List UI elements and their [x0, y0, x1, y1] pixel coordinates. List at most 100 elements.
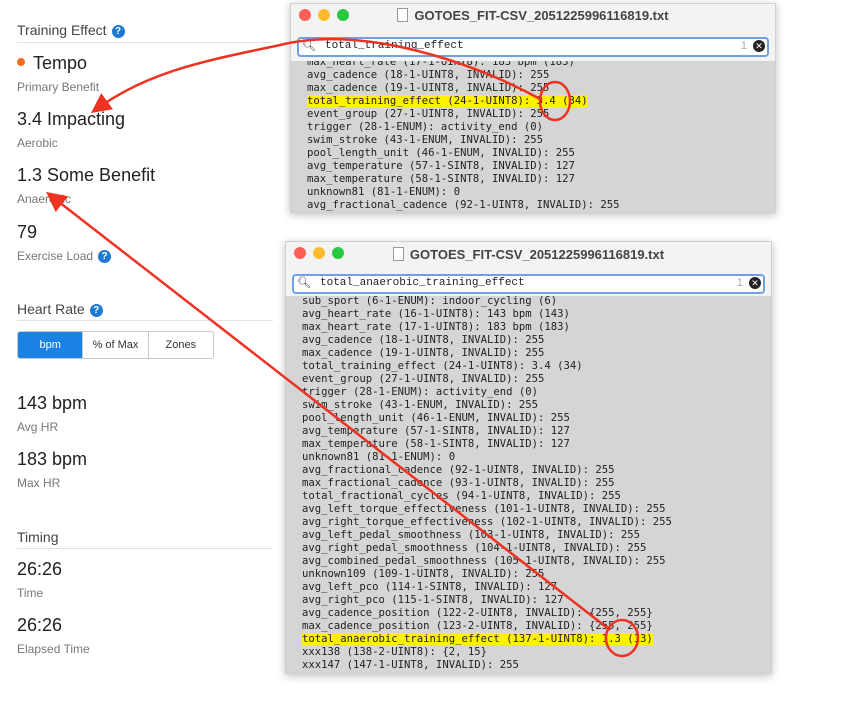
- line-text: xxx138 (138-2-UINT8): {2, 15}: [302, 646, 487, 658]
- heart-rate-heading: Heart Rate?: [17, 301, 103, 317]
- close-window-icon[interactable]: [299, 9, 311, 21]
- text-line: total_fractional_cycles (94-1-UINT8, INV…: [286, 490, 771, 503]
- line-text: max_cadence (19-1-UINT8, INVALID): 255: [302, 347, 545, 359]
- window-title: GOTOES_FIT-CSV_2051225996116819.txt: [409, 246, 665, 262]
- elapsed-time-label: Elapsed Time: [17, 642, 90, 656]
- line-text: avg_temperature (57-1-SINT8, INVALID): 1…: [307, 160, 575, 172]
- line-text: avg_right_pedal_smoothness (104-1-UINT8,…: [302, 542, 647, 554]
- anaerobic-label: Anaerobic: [17, 192, 72, 206]
- line-text: swim_stroke (43-1-ENUM, INVALID): 255: [307, 134, 543, 146]
- text-content[interactable]: sub_sport (6-1-ENUM): indoor_cycling (6)…: [286, 296, 771, 673]
- text-line: max_fractional_cadence (93-1-UINT8, INVA…: [286, 477, 771, 490]
- tab-bpm[interactable]: bpm: [18, 332, 83, 358]
- text-line: unknown81 (81-1-ENUM): 0: [291, 186, 775, 199]
- clear-search-icon[interactable]: ✕: [753, 40, 765, 52]
- text-line: avg_cadence (18-1-UINT8, INVALID): 255: [286, 334, 771, 347]
- text-line: avg_right_pco (115-1-SINT8, INVALID): 12…: [286, 594, 771, 607]
- document-icon: [392, 247, 404, 261]
- text-content[interactable]: max_heart_rate (17-1-UINT8): 183 bpm (18…: [291, 61, 775, 212]
- hr-unit-toggle: bpm % of Max Zones: [17, 331, 214, 359]
- text-line: avg_cadence (18-1-UINT8, INVALID): 255: [291, 69, 775, 82]
- text-line: max_cadence (19-1-UINT8, INVALID): 255: [291, 82, 775, 95]
- primary-benefit-label: Primary Benefit: [17, 80, 100, 94]
- avg-hr-label: Avg HR: [17, 420, 59, 434]
- max-hr-label: Max HR: [17, 476, 61, 490]
- aerobic-value: 3.4 Impacting: [17, 109, 126, 129]
- line-text: avg_cadence_position (122-2-UINT8, INVAL…: [302, 607, 653, 619]
- training-effect-title: Training Effect: [17, 22, 107, 38]
- training-effect-heading: Training Effect?: [17, 22, 125, 38]
- search-field[interactable]: 🔍︎ total_anaerobic_training_effect 1 ✕: [292, 274, 765, 294]
- time-label: Time: [17, 586, 44, 600]
- text-line: max_cadence (19-1-UINT8, INVALID): 255: [286, 347, 771, 360]
- text-line: avg_left_pedal_smoothness (103-1-UINT8, …: [286, 529, 771, 542]
- zoom-window-icon[interactable]: [332, 247, 344, 259]
- text-line: total_training_effect (24-1-UINT8): 3.4 …: [291, 95, 775, 108]
- elapsed-time-value: 26:26: [17, 615, 63, 635]
- heart-rate-title: Heart Rate: [17, 301, 85, 317]
- text-line: avg_heart_rate (16-1-UINT8): 143 bpm (14…: [286, 308, 771, 321]
- text-line: max_cadence_position (123-2-UINT8, INVAL…: [286, 620, 771, 633]
- text-line: pool_length_unit (46-1-ENUM, INVALID): 2…: [291, 147, 775, 160]
- line-text: avg_cadence (18-1-UINT8, INVALID): 255: [307, 69, 550, 81]
- highlighted-match: total_anaerobic_training_effect (137-1-U…: [302, 633, 653, 645]
- text-line: swim_stroke (43-1-ENUM, INVALID): 255: [286, 399, 771, 412]
- line-text: trigger (28-1-ENUM): activity_end (0): [302, 386, 538, 398]
- exercise-load-text: Exercise Load: [17, 249, 94, 263]
- line-text: max_temperature (58-1-SINT8, INVALID): 1…: [302, 438, 570, 450]
- tempo-dot-icon: [17, 58, 25, 66]
- help-icon[interactable]: ?: [98, 250, 112, 263]
- highlighted-match: total_training_effect (24-1-UINT8): 3.4 …: [307, 95, 588, 107]
- window-controls: [299, 9, 349, 21]
- tab-percent-max[interactable]: % of Max: [82, 332, 147, 358]
- zoom-window-icon[interactable]: [337, 9, 349, 21]
- tab-zones[interactable]: Zones: [147, 332, 213, 358]
- line-text: max_heart_rate (17-1-UINT8): 183 bpm (18…: [307, 61, 575, 68]
- window-titlebar: GOTOES_FIT-CSV_2051225996116819.txt: [291, 4, 775, 26]
- search-icon: 🔍︎: [302, 41, 316, 53]
- text-line: xxx147 (147-1-UINT8, INVALID): 255: [286, 659, 771, 672]
- line-text: avg_combined_pedal_smoothness (105-1-UIN…: [302, 555, 666, 567]
- text-line: max_temperature (58-1-SINT8, INVALID): 1…: [291, 173, 775, 186]
- line-text: avg_left_pco (114-1-SINT8, INVALID): 127: [302, 581, 558, 593]
- text-line: unknown109 (109-1-UINT8, INVALID): 255: [286, 568, 771, 581]
- text-line: xxx138 (138-2-UINT8): {2, 15}: [286, 646, 771, 659]
- text-line: avg_left_torque_effectiveness (101-1-UIN…: [286, 503, 771, 516]
- divider: [17, 548, 273, 549]
- search-query[interactable]: total_training_effect: [325, 40, 464, 52]
- line-text: avg_temperature (57-1-SINT8, INVALID): 1…: [302, 425, 570, 437]
- line-text: avg_fractional_cadence (92-1-UINT8, INVA…: [302, 464, 615, 476]
- line-text: sub_sport (6-1-ENUM): indoor_cycling (6): [302, 296, 558, 307]
- text-line: total_training_effect (24-1-UINT8): 3.4 …: [286, 360, 771, 373]
- timing-heading: Timing: [17, 529, 59, 545]
- divider: [17, 320, 273, 321]
- search-query[interactable]: total_anaerobic_training_effect: [320, 277, 525, 289]
- line-text: avg_cadence (18-1-UINT8, INVALID): 255: [302, 334, 545, 346]
- line-text: trigger (28-1-ENUM): activity_end (0): [307, 121, 543, 133]
- document-icon: [397, 8, 409, 22]
- text-line: sub_sport (6-1-ENUM): indoor_cycling (6): [286, 296, 771, 308]
- help-icon[interactable]: ?: [89, 304, 103, 317]
- text-line: max_heart_rate (17-1-UINT8): 183 bpm (18…: [286, 321, 771, 334]
- minimize-window-icon[interactable]: [318, 9, 330, 21]
- text-line: total_anaerobic_training_effect (137-1-U…: [286, 633, 771, 646]
- text-line: avg_left_pco (114-1-SINT8, INVALID): 127: [286, 581, 771, 594]
- minimize-window-icon[interactable]: [313, 247, 325, 259]
- line-text: unknown81 (81-1-ENUM): 0: [302, 451, 456, 463]
- search-field[interactable]: 🔍︎ total_training_effect 1 ✕: [297, 37, 769, 57]
- line-text: unknown109 (109-1-UINT8, INVALID): 255: [302, 568, 545, 580]
- primary-benefit-text: Tempo: [33, 53, 88, 73]
- line-text: max_cadence_position (123-2-UINT8, INVAL…: [302, 620, 653, 632]
- line-text: swim_stroke (43-1-ENUM, INVALID): 255: [302, 399, 538, 411]
- window-title: GOTOES_FIT-CSV_2051225996116819.txt: [414, 7, 669, 23]
- clear-search-icon[interactable]: ✕: [749, 277, 761, 289]
- text-line: avg_right_torque_effectiveness (102-1-UI…: [286, 516, 771, 529]
- line-text: max_heart_rate (17-1-UINT8): 183 bpm (18…: [302, 321, 570, 333]
- close-window-icon[interactable]: [294, 247, 306, 259]
- text-line: avg_fractional_cadence (92-1-UINT8, INVA…: [291, 199, 775, 212]
- help-icon[interactable]: ?: [111, 25, 125, 38]
- line-text: event_group (27-1-UINT8, INVALID): 255: [302, 373, 545, 385]
- text-line: swim_stroke (43-1-ENUM, INVALID): 255: [291, 134, 775, 147]
- text-line: avg_combined_pedal_smoothness (105-1-UIN…: [286, 555, 771, 568]
- text-line: avg_cadence_position (122-2-UINT8, INVAL…: [286, 607, 771, 620]
